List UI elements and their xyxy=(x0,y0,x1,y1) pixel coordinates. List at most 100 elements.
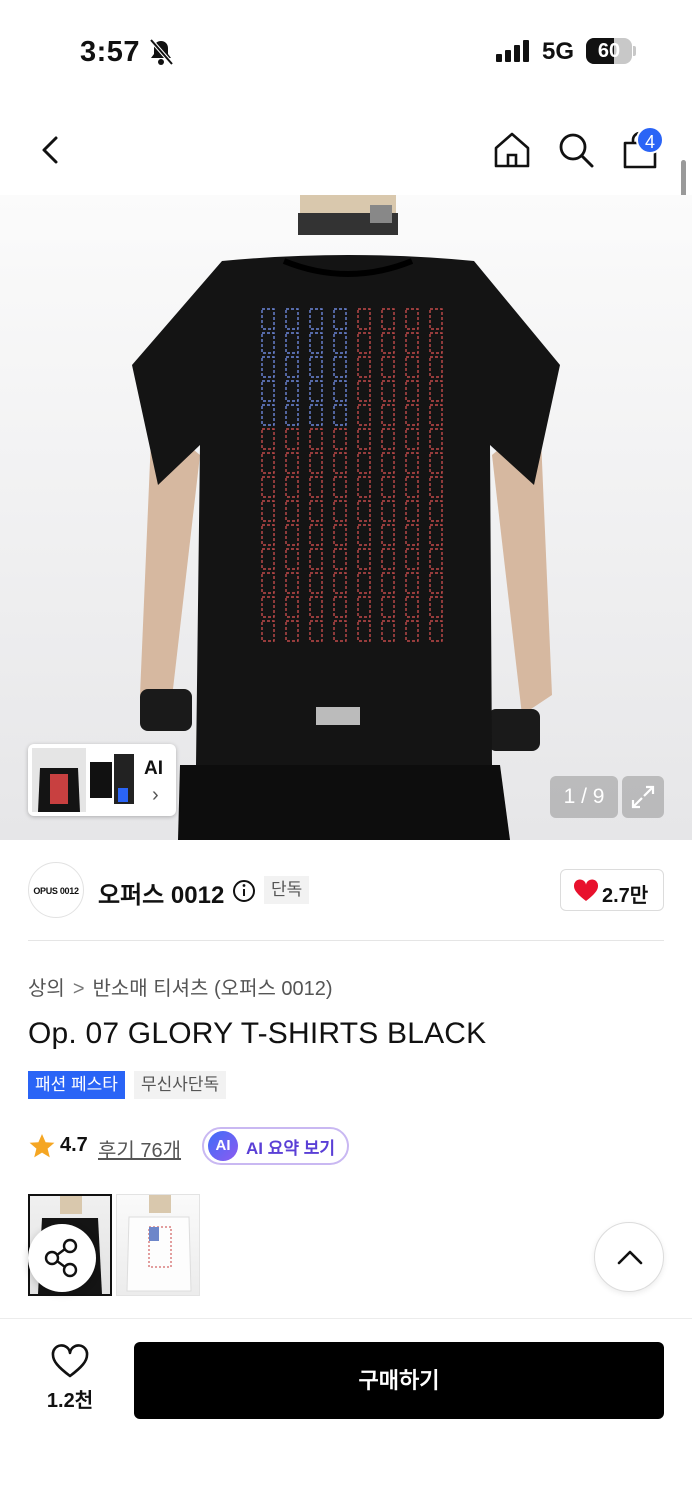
ai-summary-button[interactable]: AI AI 요약 보기 xyxy=(202,1127,350,1165)
flag-stripe-mark xyxy=(285,548,299,570)
flag-stripe-mark xyxy=(405,596,419,618)
flag-stripe-mark xyxy=(309,620,323,642)
flag-star-mark xyxy=(261,380,275,402)
battery-tip xyxy=(633,46,636,56)
flag-stripe-mark xyxy=(429,452,443,474)
flag-star-mark xyxy=(333,308,347,330)
top-nav: 4 xyxy=(0,120,692,180)
brand-logo[interactable]: OPUS 0012 xyxy=(28,862,84,918)
flag-stripe-mark xyxy=(309,452,323,474)
ai-badge-icon: AI xyxy=(208,1131,238,1161)
flag-star-mark xyxy=(309,380,323,402)
flag-stripe-mark xyxy=(405,428,419,450)
flag-stripe-mark xyxy=(429,308,443,330)
flag-stripe-mark xyxy=(429,500,443,522)
flag-star-mark xyxy=(309,356,323,378)
flag-star-mark xyxy=(285,332,299,354)
flag-star-mark xyxy=(261,332,275,354)
flag-stripe-mark xyxy=(285,524,299,546)
flag-star-mark xyxy=(333,356,347,378)
flag-stripe-mark xyxy=(357,380,371,402)
color-option-white[interactable] xyxy=(116,1194,200,1296)
flag-stripe-mark xyxy=(405,380,419,402)
bell-slash-icon xyxy=(149,38,174,66)
flag-stripe-mark xyxy=(357,356,371,378)
heart-outline-icon[interactable] xyxy=(50,1344,90,1380)
signal-icon xyxy=(496,40,529,62)
flag-star-mark xyxy=(261,404,275,426)
flag-stripe-mark xyxy=(333,620,347,642)
review-link[interactable]: 후기 76개 xyxy=(98,1134,181,1163)
flag-star-mark xyxy=(333,332,347,354)
flag-star-mark xyxy=(285,308,299,330)
back-icon[interactable] xyxy=(32,130,72,170)
scroll-to-top-button[interactable] xyxy=(594,1222,664,1292)
flag-stripe-mark xyxy=(357,524,371,546)
flag-stripe-mark xyxy=(357,404,371,426)
flag-stripe-mark xyxy=(429,596,443,618)
expand-icon[interactable] xyxy=(622,776,664,818)
wish-count: 1.2천 xyxy=(46,1390,94,1412)
breadcrumb-item[interactable]: 상의 xyxy=(28,972,65,1001)
search-icon[interactable] xyxy=(556,130,596,170)
flag-stripe-mark xyxy=(405,452,419,474)
flag-stripe-mark xyxy=(285,428,299,450)
flag-stripe-mark xyxy=(357,548,371,570)
flag-stripe-mark xyxy=(429,476,443,498)
flag-stripe-mark xyxy=(333,476,347,498)
flag-star-mark xyxy=(285,404,299,426)
flag-star-mark xyxy=(309,404,323,426)
brand-name[interactable]: 오퍼스 0012 xyxy=(98,875,224,910)
share-button[interactable] xyxy=(28,1224,96,1292)
flag-stripe-mark xyxy=(285,596,299,618)
flag-stripe-mark xyxy=(309,572,323,594)
flag-stripe-mark xyxy=(405,332,419,354)
ai-look-chip[interactable]: AI › xyxy=(28,744,176,816)
image-counter: 1 / 9 xyxy=(550,776,618,818)
flag-stripe-mark xyxy=(405,308,419,330)
rating-value: 4.7 xyxy=(60,1134,88,1156)
flag-print xyxy=(261,308,443,642)
flag-stripe-mark xyxy=(381,356,395,378)
flag-stripe-mark xyxy=(309,476,323,498)
flag-stripe-mark xyxy=(381,428,395,450)
flag-stripe-mark xyxy=(333,596,347,618)
flag-stripe-mark xyxy=(381,332,395,354)
flag-stripe-mark xyxy=(333,572,347,594)
flag-stripe-mark xyxy=(309,428,323,450)
brand-like-button[interactable]: 2.7만 xyxy=(560,869,664,911)
flag-stripe-mark xyxy=(261,548,275,570)
flag-stripe-mark xyxy=(429,356,443,378)
flag-stripe-mark xyxy=(429,380,443,402)
divider xyxy=(28,940,664,941)
exclusive-badge: 무신사단독 xyxy=(134,1071,227,1099)
look-thumbnails xyxy=(32,748,134,812)
flag-stripe-mark xyxy=(261,428,275,450)
home-icon[interactable] xyxy=(492,130,532,170)
brand-like-count: 2.7만 xyxy=(602,885,649,907)
flag-stripe-mark xyxy=(333,548,347,570)
flag-stripe-mark xyxy=(381,476,395,498)
flag-stripe-mark xyxy=(405,572,419,594)
flag-stripe-mark xyxy=(381,620,395,642)
flag-stripe-mark xyxy=(357,476,371,498)
flag-stripe-mark xyxy=(261,596,275,618)
buy-button[interactable]: 구매하기 xyxy=(134,1342,664,1419)
flag-stripe-mark xyxy=(405,476,419,498)
flag-stripe-mark xyxy=(405,500,419,522)
flag-star-mark xyxy=(261,308,275,330)
flag-stripe-mark xyxy=(333,500,347,522)
flag-stripe-mark xyxy=(285,620,299,642)
battery-level: 60 xyxy=(597,40,621,62)
heart-filled-icon xyxy=(573,879,599,901)
flag-stripe-mark xyxy=(261,500,275,522)
flag-stripe-mark xyxy=(357,452,371,474)
info-icon[interactable] xyxy=(232,879,256,903)
flag-stripe-mark xyxy=(429,524,443,546)
breadcrumb-item[interactable]: 반소매 티셔츠 (오퍼스 0012) xyxy=(93,972,333,1001)
flag-stripe-mark xyxy=(357,620,371,642)
flag-stripe-mark xyxy=(405,404,419,426)
flag-stripe-mark xyxy=(429,332,443,354)
chevron-up-icon xyxy=(617,1250,643,1265)
flag-star-mark xyxy=(309,332,323,354)
